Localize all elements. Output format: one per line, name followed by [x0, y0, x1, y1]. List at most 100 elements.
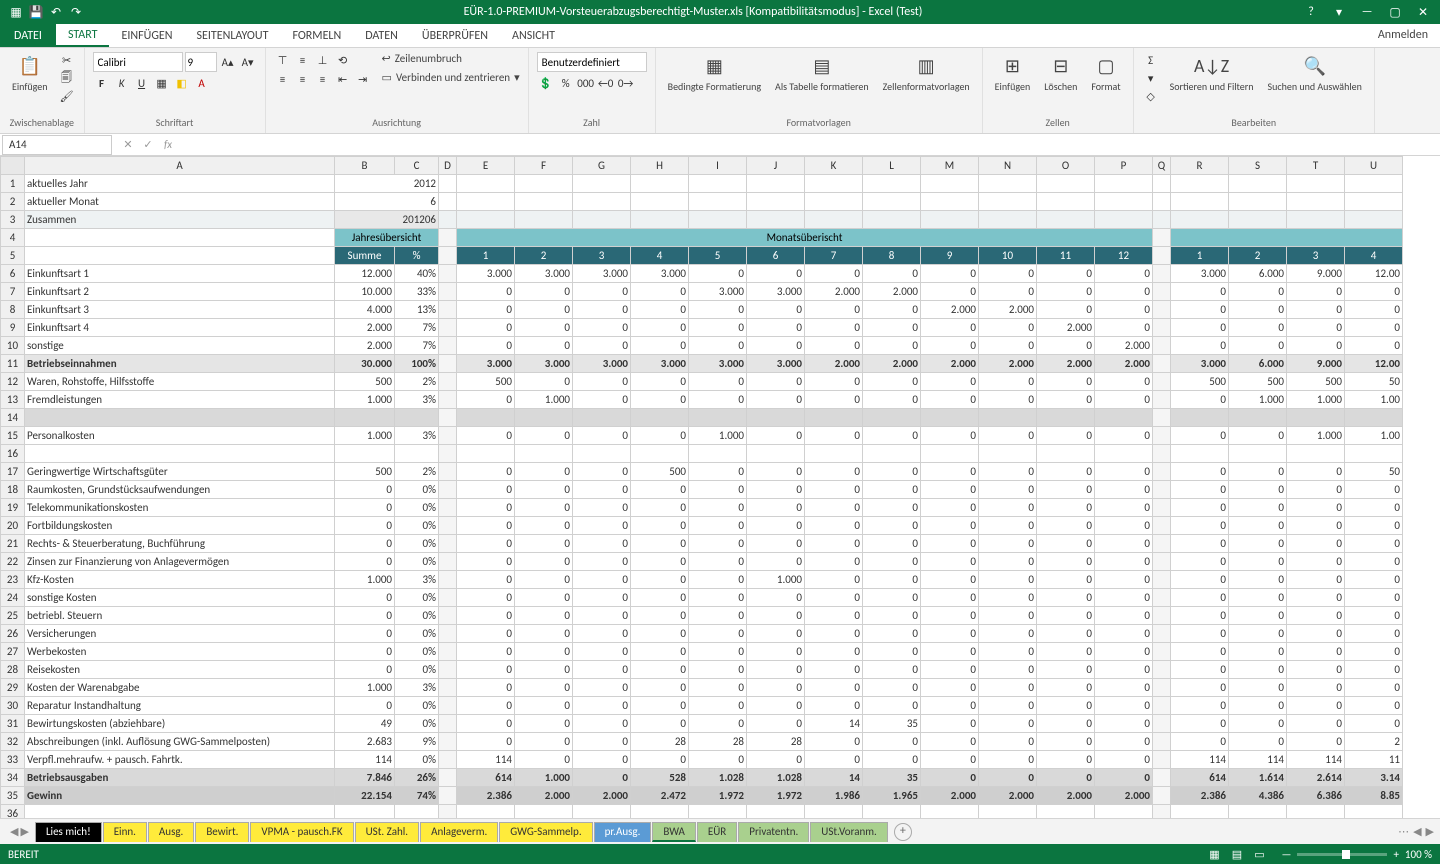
cell[interactable]: 0	[1037, 607, 1095, 625]
row-header[interactable]: 19	[1, 499, 25, 517]
cell[interactable]: 0	[1287, 607, 1345, 625]
cell[interactable]: 0	[979, 535, 1037, 553]
cell[interactable]: 0	[921, 499, 979, 517]
cell[interactable]: 0	[631, 643, 689, 661]
cell[interactable]: 0	[1095, 751, 1153, 769]
cell[interactable]: 0	[1229, 625, 1287, 643]
cell[interactable]: 614	[1171, 769, 1229, 787]
cell[interactable]: 0%	[395, 751, 439, 769]
cell[interactable]	[805, 445, 863, 463]
cell[interactable]	[573, 409, 631, 427]
cell[interactable]: 0	[1171, 319, 1229, 337]
cell[interactable]	[1171, 805, 1229, 819]
cell[interactable]: 0	[1037, 481, 1095, 499]
cell[interactable]: 0	[863, 481, 921, 499]
cell[interactable]: 3%	[395, 679, 439, 697]
row-header[interactable]: 3	[1, 211, 25, 229]
col-header-T[interactable]: T	[1287, 157, 1345, 175]
cell[interactable]	[457, 211, 515, 229]
cell[interactable]: 0	[979, 679, 1037, 697]
cell[interactable]: 0	[1171, 283, 1229, 301]
wrap-text-button[interactable]: ↩Zeilenumbruch	[382, 52, 520, 65]
cell[interactable]: 0	[1095, 265, 1153, 283]
cell[interactable]: 0	[1037, 553, 1095, 571]
scroll-left-icon[interactable]: ◀	[1413, 825, 1421, 838]
cell[interactable]: 1.028	[747, 769, 805, 787]
cell[interactable]: 0	[863, 607, 921, 625]
cell[interactable]: 0	[747, 481, 805, 499]
cell[interactable]	[1095, 445, 1153, 463]
close-icon[interactable]: ✕	[1410, 3, 1436, 21]
cell[interactable]: 10.000	[335, 283, 395, 301]
cell[interactable]: 0	[573, 319, 631, 337]
cell[interactable]: 0	[1037, 391, 1095, 409]
format-as-table-button[interactable]: ▤Als Tabelle formatieren	[771, 52, 873, 95]
cell[interactable]	[335, 445, 395, 463]
col-header-L[interactable]: L	[863, 157, 921, 175]
cell[interactable]: 3.14	[1345, 769, 1403, 787]
help-icon[interactable]: ?	[1298, 3, 1324, 21]
cell[interactable]: 1.986	[805, 787, 863, 805]
cell[interactable]: 0	[1095, 607, 1153, 625]
cell[interactable]: 0	[335, 517, 395, 535]
thousands-icon[interactable]: 000	[577, 75, 595, 91]
cell[interactable]	[979, 805, 1037, 819]
cell[interactable]: sonstige	[25, 337, 335, 355]
row-header[interactable]: 15	[1, 427, 25, 445]
cell[interactable]: 3.000	[1171, 265, 1229, 283]
cell[interactable]: 614	[457, 769, 515, 787]
cell[interactable]: 0	[1345, 499, 1403, 517]
cell[interactable]: 0	[1229, 679, 1287, 697]
cell[interactable]	[747, 805, 805, 819]
col-header-N[interactable]: N	[979, 157, 1037, 175]
row-header[interactable]: 12	[1, 373, 25, 391]
cell[interactable]: 12.00	[1345, 355, 1403, 373]
cell[interactable]: 1.972	[689, 787, 747, 805]
cell[interactable]: 100%	[395, 355, 439, 373]
cell[interactable]: 0	[689, 571, 747, 589]
cell[interactable]: 0	[1037, 301, 1095, 319]
row-header[interactable]: 27	[1, 643, 25, 661]
row-header[interactable]: 17	[1, 463, 25, 481]
cell[interactable]: 0	[573, 643, 631, 661]
cell[interactable]: 3.000	[573, 265, 631, 283]
cell[interactable]: 2.000	[979, 355, 1037, 373]
cell[interactable]: 0	[573, 661, 631, 679]
cell[interactable]: 0	[1287, 553, 1345, 571]
cell[interactable]: 14	[805, 769, 863, 787]
row-header[interactable]: 36	[1, 805, 25, 819]
shrink-font-icon[interactable]: A▾	[239, 54, 257, 70]
cell[interactable]	[1095, 211, 1153, 229]
cell[interactable]	[1095, 175, 1153, 193]
sheet-tab[interactable]: Anlageverm.	[420, 822, 498, 842]
border-icon[interactable]: ▦	[153, 75, 171, 91]
col-header-O[interactable]: O	[1037, 157, 1095, 175]
align-left-icon[interactable]: ≡	[274, 71, 292, 87]
cell[interactable]: 0	[805, 643, 863, 661]
cell[interactable]: 0	[689, 715, 747, 733]
cell[interactable]: 0	[921, 607, 979, 625]
cell[interactable]: 0	[1037, 643, 1095, 661]
cell[interactable]: 0	[631, 589, 689, 607]
cell[interactable]: Bewirtungskosten (abziehbare)	[25, 715, 335, 733]
cell[interactable]: 0	[515, 697, 573, 715]
cell[interactable]	[1171, 409, 1229, 427]
cell[interactable]: 0	[747, 499, 805, 517]
cell[interactable]: 0	[515, 571, 573, 589]
zoom-out-icon[interactable]: —	[1281, 848, 1291, 861]
paste-button[interactable]: 📋Einfügen	[8, 52, 52, 95]
cell[interactable]	[335, 409, 395, 427]
cell[interactable]: 0%	[395, 661, 439, 679]
cell[interactable]: 0	[747, 643, 805, 661]
cell[interactable]: Fortbildungskosten	[25, 517, 335, 535]
cell[interactable]: 0	[979, 715, 1037, 733]
cell[interactable]: 0	[863, 463, 921, 481]
cell[interactable]: Waren, Rohstoffe, Hilfsstoffe	[25, 373, 335, 391]
sheet-tab[interactable]: Lies mich!	[35, 822, 102, 842]
cell[interactable]: 0	[921, 517, 979, 535]
cell[interactable]: 0	[1171, 697, 1229, 715]
cell[interactable]: 3.000	[747, 283, 805, 301]
cell[interactable]: 0	[921, 481, 979, 499]
cell[interactable]: 2.000	[979, 301, 1037, 319]
row-header[interactable]: 28	[1, 661, 25, 679]
